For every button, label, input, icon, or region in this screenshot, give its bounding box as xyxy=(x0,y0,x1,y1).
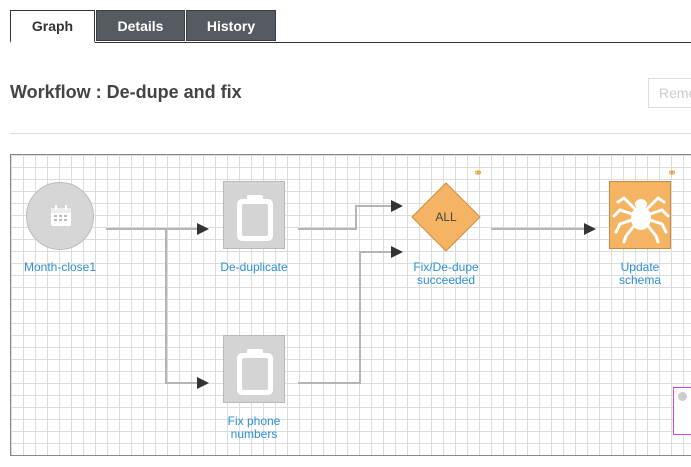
node-de-duplicate[interactable] xyxy=(223,181,285,249)
edge-month-to-fixphone xyxy=(165,229,209,389)
workflow-edges xyxy=(106,200,596,389)
decision-diamond: ALL xyxy=(411,182,481,252)
link-icon: ⚭ xyxy=(473,166,484,180)
remove-button[interactable]: Remove xyxy=(648,78,691,108)
edge-dedupe-to-diamond xyxy=(298,200,403,230)
tab-graph[interactable]: Graph xyxy=(10,10,95,43)
node-label-de-duplicate: De-duplicate xyxy=(220,260,288,274)
calendar-icon xyxy=(51,205,71,226)
clipboard-icon xyxy=(237,349,273,395)
page-title: Workflow : De-dupe and fix xyxy=(10,82,242,102)
node-label-fix-phone-numbers: Fix phone numbers xyxy=(204,415,304,441)
clipboard-icon xyxy=(237,195,273,241)
tab-bar: Graph Details History xyxy=(10,10,691,43)
node-status-dot xyxy=(678,392,687,401)
edge-fixphone-to-diamond xyxy=(298,246,403,384)
node-label-fix-dedupe-succeeded: Fix/De-dupe succeeded xyxy=(396,261,496,287)
partial-node[interactable] xyxy=(673,387,691,435)
node-label-month-close1: Month-close1 xyxy=(23,260,97,274)
node-label-line: schema xyxy=(618,273,662,287)
node-label-line: numbers xyxy=(230,427,278,441)
spider-icon xyxy=(612,196,670,244)
tab-details[interactable]: Details xyxy=(96,10,185,41)
link-icon: ⚭ xyxy=(667,166,678,180)
tab-history[interactable]: History xyxy=(186,10,276,41)
workflow-canvas[interactable]: Month-close1 De-duplicate Fix phone numb… xyxy=(10,154,691,456)
node-fix-dedupe-succeeded[interactable]: ALL xyxy=(406,179,486,259)
node-update-schema[interactable] xyxy=(609,181,671,249)
divider xyxy=(10,133,691,134)
node-month-close1[interactable] xyxy=(26,182,94,250)
node-fix-phone-numbers[interactable] xyxy=(223,335,285,403)
diamond-text: ALL xyxy=(435,210,457,224)
node-label-update-schema: Update schema xyxy=(589,261,691,287)
node-label-line: succeeded xyxy=(416,273,476,287)
